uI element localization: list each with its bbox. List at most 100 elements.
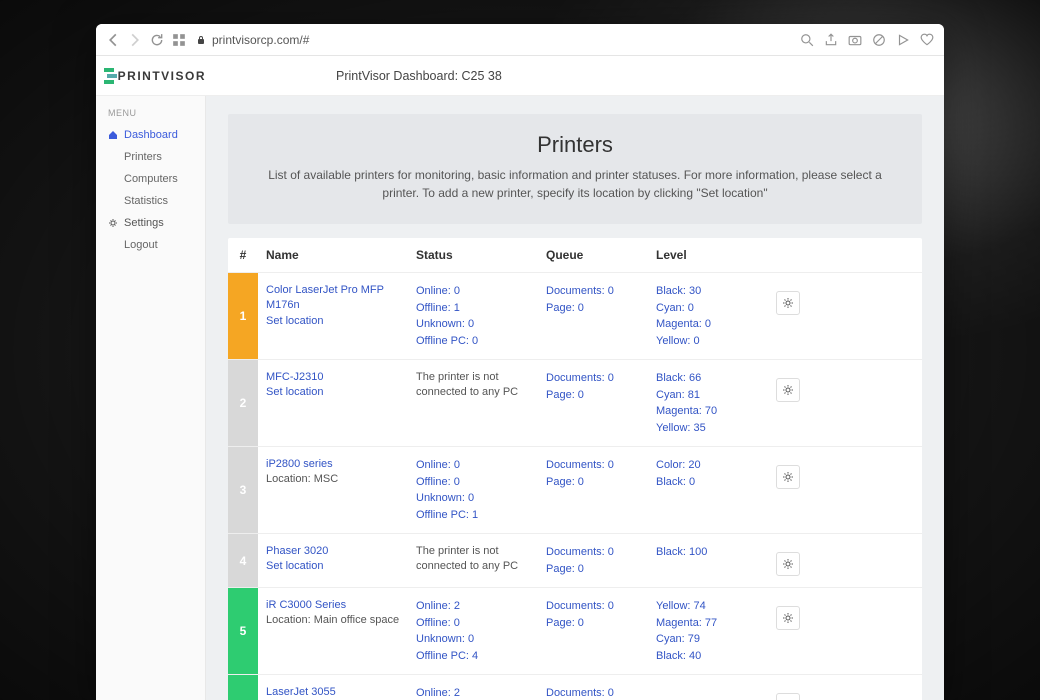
row-settings-button[interactable] bbox=[776, 552, 800, 576]
address-bar[interactable]: printvisorcp.com/# bbox=[196, 33, 790, 47]
status-line[interactable]: Offline: 0 bbox=[416, 615, 530, 632]
row-number: 6 bbox=[228, 675, 258, 700]
gear-icon bbox=[782, 471, 794, 483]
col-queue: Queue bbox=[538, 248, 648, 262]
status-line[interactable]: Online: 2 bbox=[416, 598, 530, 615]
level-line[interactable]: Cyan: 81 bbox=[656, 387, 760, 404]
location-text: Location: Main office space bbox=[266, 614, 399, 626]
status-line[interactable]: Online: 2 bbox=[416, 685, 530, 700]
col-status: Status bbox=[408, 248, 538, 262]
row-settings-button[interactable] bbox=[776, 378, 800, 402]
sidebar-item-label: Dashboard bbox=[124, 129, 178, 141]
col-name: Name bbox=[258, 248, 408, 262]
sidebar-item-label: Statistics bbox=[124, 195, 168, 207]
reload-icon[interactable] bbox=[150, 33, 164, 47]
set-location-link[interactable]: Set location bbox=[266, 314, 400, 329]
level-line[interactable]: Black: 66 bbox=[656, 370, 760, 387]
status-line[interactable]: Unknown: 0 bbox=[416, 490, 530, 507]
sidebar-item-settings[interactable]: Settings bbox=[96, 212, 205, 234]
col-level: Level bbox=[648, 248, 768, 262]
level-line[interactable]: Magenta: 77 bbox=[656, 615, 760, 632]
camera-icon[interactable] bbox=[848, 33, 862, 47]
level-line[interactable]: Magenta: 70 bbox=[656, 403, 760, 420]
level-line[interactable]: Cyan: 79 bbox=[656, 631, 760, 648]
row-number: 1 bbox=[228, 273, 258, 359]
gear-icon bbox=[782, 297, 794, 309]
status-line[interactable]: Online: 0 bbox=[416, 283, 530, 300]
level-line[interactable]: Cyan: 0 bbox=[656, 300, 760, 317]
status-line[interactable]: Offline PC: 1 bbox=[416, 507, 530, 524]
page-title: Printers bbox=[268, 132, 882, 158]
sidebar-item-printers[interactable]: Printers bbox=[96, 146, 205, 168]
queue-line[interactable]: Page: 0 bbox=[546, 387, 640, 404]
home-icon bbox=[108, 130, 118, 140]
level-line[interactable]: Black: 0 bbox=[656, 474, 760, 491]
menu-header: MENU bbox=[96, 108, 205, 124]
status-line[interactable]: Unknown: 0 bbox=[416, 316, 530, 333]
status-line[interactable]: Offline: 1 bbox=[416, 300, 530, 317]
queue-line[interactable]: Page: 0 bbox=[546, 474, 640, 491]
printer-name-link[interactable]: iR C3000 Series bbox=[266, 598, 400, 613]
printer-name-link[interactable]: iP2800 series bbox=[266, 457, 400, 472]
back-icon[interactable] bbox=[106, 33, 120, 47]
status-line[interactable]: Unknown: 0 bbox=[416, 631, 530, 648]
brand-text: PRINTVISOR bbox=[118, 69, 206, 83]
queue-line[interactable]: Documents: 0 bbox=[546, 598, 640, 615]
app-header: PRINTVISOR PrintVisor Dashboard: C25 38 bbox=[96, 56, 944, 96]
level-line[interactable]: Color: 20 bbox=[656, 457, 760, 474]
play-icon[interactable] bbox=[896, 33, 910, 47]
forward-icon[interactable] bbox=[128, 33, 142, 47]
status-line[interactable]: Online: 0 bbox=[416, 457, 530, 474]
queue-line[interactable]: Page: 0 bbox=[546, 561, 640, 578]
row-settings-button[interactable] bbox=[776, 693, 800, 700]
block-icon[interactable] bbox=[872, 33, 886, 47]
apps-icon[interactable] bbox=[172, 33, 186, 47]
level-line[interactable]: Yellow: 35 bbox=[656, 420, 760, 437]
level-line[interactable]: Yellow: 74 bbox=[656, 598, 760, 615]
logo-mark-icon bbox=[104, 68, 112, 84]
queue-line[interactable]: Documents: 0 bbox=[546, 283, 640, 300]
table-row: 1 Color LaserJet Pro MFP M176nSet locatio… bbox=[228, 273, 922, 360]
share-icon[interactable] bbox=[824, 33, 838, 47]
printer-name-link[interactable]: Color LaserJet Pro MFP M176n bbox=[266, 283, 400, 314]
row-settings-button[interactable] bbox=[776, 465, 800, 489]
status-line[interactable]: Offline: 0 bbox=[416, 474, 530, 491]
row-number: 3 bbox=[228, 447, 258, 533]
set-location-link[interactable]: Set location bbox=[266, 559, 400, 574]
level-line[interactable]: Yellow: 0 bbox=[656, 333, 760, 350]
sidebar-item-statistics[interactable]: Statistics bbox=[96, 190, 205, 212]
level-line[interactable]: Black: 30 bbox=[656, 283, 760, 300]
queue-line[interactable]: Page: 0 bbox=[546, 300, 640, 317]
level-line[interactable]: Black: 100 bbox=[656, 544, 760, 561]
zoom-icon[interactable] bbox=[800, 33, 814, 47]
status-text: The printer is not connected to any PC bbox=[416, 544, 530, 575]
sidebar-item-dashboard[interactable]: Dashboard bbox=[96, 124, 205, 146]
lock-icon bbox=[196, 35, 206, 45]
status-line[interactable]: Offline PC: 4 bbox=[416, 648, 530, 665]
set-location-link[interactable]: Set location bbox=[266, 385, 400, 400]
browser-toolbar: printvisorcp.com/# bbox=[96, 24, 944, 56]
queue-line[interactable]: Documents: 0 bbox=[546, 544, 640, 561]
printer-name-link[interactable]: LaserJet 3055 bbox=[266, 685, 400, 700]
queue-line[interactable]: Documents: 0 bbox=[546, 685, 640, 700]
row-settings-button[interactable] bbox=[776, 291, 800, 315]
printer-name-link[interactable]: MFC-J2310 bbox=[266, 370, 400, 385]
queue-line[interactable]: Page: 0 bbox=[546, 615, 640, 632]
heart-icon[interactable] bbox=[920, 33, 934, 47]
row-number: 2 bbox=[228, 360, 258, 446]
sidebar-item-computers[interactable]: Computers bbox=[96, 168, 205, 190]
sidebar-item-label: Logout bbox=[124, 239, 158, 251]
queue-line[interactable]: Documents: 0 bbox=[546, 370, 640, 387]
level-line[interactable]: Magenta: 0 bbox=[656, 316, 760, 333]
gear-icon bbox=[782, 384, 794, 396]
sidebar-item-logout[interactable]: Logout bbox=[96, 234, 205, 256]
sidebar-item-label: Printers bbox=[124, 151, 162, 163]
printer-name-link[interactable]: Phaser 3020 bbox=[266, 544, 400, 559]
table-row: 4Phaser 3020Set locationThe printer is n… bbox=[228, 534, 922, 588]
row-settings-button[interactable] bbox=[776, 606, 800, 630]
sidebar-item-label: Computers bbox=[124, 173, 178, 185]
status-line[interactable]: Offline PC: 0 bbox=[416, 333, 530, 350]
queue-line[interactable]: Documents: 0 bbox=[546, 457, 640, 474]
logo[interactable]: PRINTVISOR bbox=[96, 68, 206, 84]
level-line[interactable]: Black: 40 bbox=[656, 648, 760, 665]
